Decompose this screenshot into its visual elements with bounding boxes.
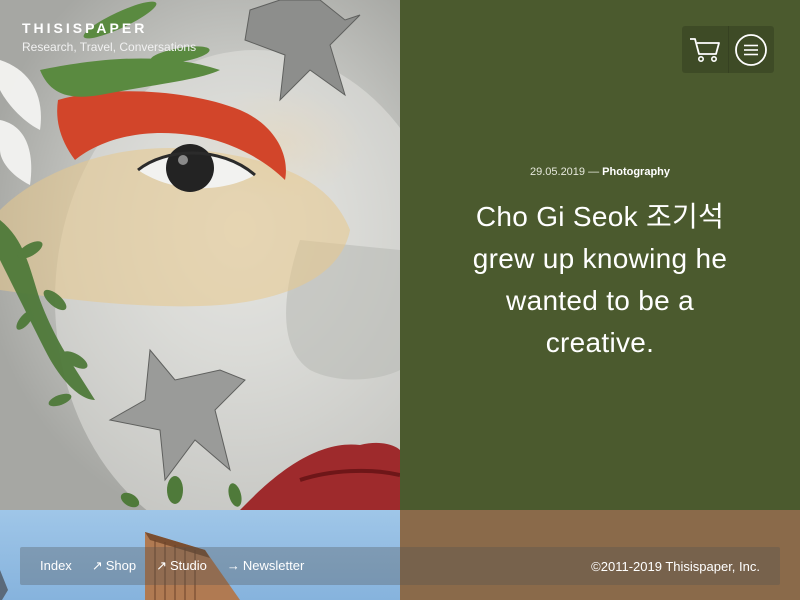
hero-photo[interactable] bbox=[0, 0, 400, 510]
brand-logo[interactable]: THISISPAPER bbox=[22, 20, 196, 36]
footer-link-label: Shop bbox=[105, 558, 137, 573]
meta-separator: — bbox=[588, 166, 600, 178]
footer-link-index[interactable]: Index bbox=[40, 558, 72, 574]
footer-link-studio[interactable]: ↗ Studio bbox=[156, 558, 207, 574]
article-meta: 29.05.2019 — Photography bbox=[400, 166, 800, 178]
header-buttons bbox=[682, 26, 774, 73]
footer-link-label: Index bbox=[40, 558, 72, 573]
brand-tagline: Research, Travel, Conversations bbox=[22, 40, 197, 54]
menu-icon bbox=[735, 33, 768, 66]
footer-link-newsletter[interactable]: → Newsletter bbox=[227, 558, 304, 574]
article-date: 29.05.2019 bbox=[529, 166, 586, 178]
copyright: ©2011-2019 Thisispaper, Inc. bbox=[591, 558, 760, 574]
footer-link-label: Newsletter bbox=[242, 558, 305, 573]
footer-link-label: Studio bbox=[170, 558, 207, 573]
cart-button[interactable] bbox=[682, 26, 728, 73]
menu-button[interactable] bbox=[728, 26, 774, 73]
external-arrow-icon: ↗ bbox=[91, 558, 103, 573]
footer-nav: Index ↗ Shop ↗ Studio → Newsletter bbox=[40, 558, 304, 574]
hero-photo-illustration bbox=[0, 0, 400, 510]
right-arrow-icon: → bbox=[226, 558, 240, 573]
cart-icon bbox=[689, 37, 720, 62]
external-arrow-icon: ↗ bbox=[156, 558, 167, 573]
footer-link-shop[interactable]: ↗ Shop bbox=[92, 558, 136, 574]
footer-bar: Index ↗ Shop ↗ Studio → Newsletter ©2011-20… bbox=[20, 547, 780, 585]
article-category[interactable]: Photography bbox=[602, 166, 670, 178]
article-headline[interactable]: Cho Gi Seok 조기석 grew up knowing he wante… bbox=[470, 196, 730, 364]
brand[interactable]: THISISPAPER Research, Travel, Conversati… bbox=[22, 20, 196, 54]
